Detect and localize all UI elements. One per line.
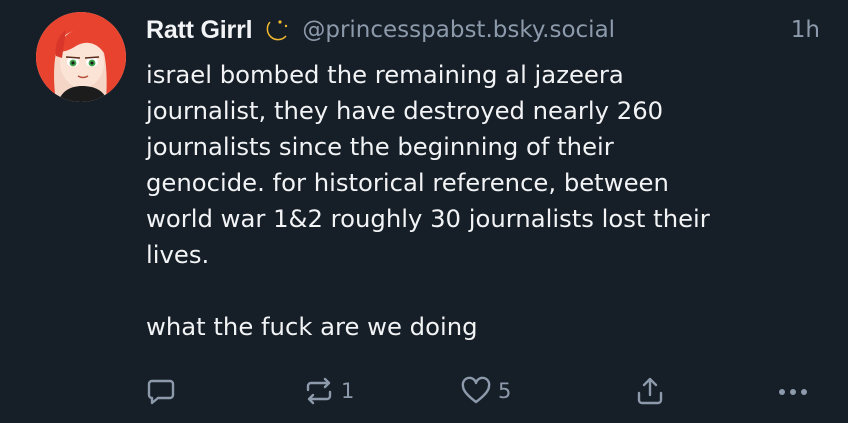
previous-post-remnant bbox=[145, 0, 405, 6]
author-display-name[interactable]: Ratt Girrl bbox=[146, 16, 253, 45]
avatar[interactable] bbox=[36, 12, 126, 102]
like-count: 5 bbox=[498, 379, 512, 403]
repost-icon bbox=[303, 376, 335, 406]
repost-button[interactable]: 1 bbox=[303, 371, 354, 411]
more-options-button[interactable] bbox=[776, 371, 810, 411]
post-text-line: journalists since the beginning of their bbox=[146, 132, 614, 161]
more-options-icon bbox=[776, 376, 810, 406]
avatar-image bbox=[36, 12, 126, 102]
post-text-line: israel bombed the remaining al jazeera bbox=[146, 60, 624, 89]
post-text-line: world war 1&2 roughly 30 journalists los… bbox=[146, 204, 710, 233]
post-text-line: what the fuck are we doing bbox=[146, 312, 478, 341]
post-header: Ratt Girrl @princesspabst.bsky.social 1h bbox=[146, 10, 836, 50]
share-icon bbox=[635, 375, 665, 407]
post-text-line: journalist, they have destroyed nearly 2… bbox=[146, 96, 664, 125]
post-action-bar: 1 5 bbox=[140, 371, 830, 411]
post-timestamp[interactable]: 1h bbox=[791, 17, 820, 43]
reply-button[interactable] bbox=[146, 371, 176, 411]
post-text-line: genocide. for historical reference, betw… bbox=[146, 168, 669, 197]
repost-count: 1 bbox=[341, 379, 355, 403]
post-text-line: lives. bbox=[146, 240, 210, 269]
reply-icon bbox=[146, 376, 176, 406]
moon-with-stars-icon bbox=[264, 16, 292, 44]
post-text: israel bombed the remaining al jazeera j… bbox=[146, 57, 836, 345]
author-handle[interactable]: @princesspabst.bsky.social bbox=[302, 17, 615, 43]
like-button[interactable]: 5 bbox=[460, 371, 511, 411]
share-button[interactable] bbox=[635, 371, 665, 411]
heart-icon bbox=[460, 376, 492, 406]
paragraph-break bbox=[146, 273, 836, 309]
